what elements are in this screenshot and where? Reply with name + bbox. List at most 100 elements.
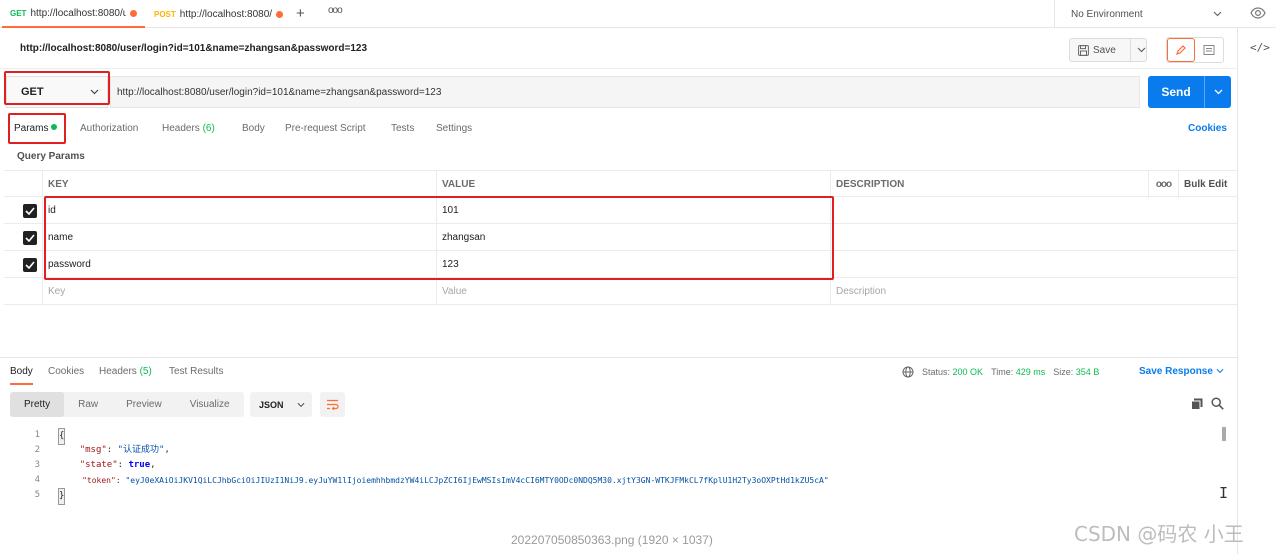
save-response-button[interactable]: Save Response [1139,366,1224,377]
environment-label: No Environment [1071,8,1143,20]
status-text: Status: 200 OK [922,367,984,377]
save-button[interactable]: Save [1069,38,1147,62]
globe-icon[interactable] [902,366,914,378]
send-options-caret[interactable] [1204,76,1231,108]
save-options-caret[interactable] [1129,39,1146,61]
environment-selector[interactable]: No Environment [1054,0,1236,28]
more-options-icon[interactable]: ooo [1148,171,1178,198]
tab-label: Body [10,366,33,377]
line-number: 3 [34,460,40,470]
view-preview-button[interactable]: Preview [112,392,176,417]
line-number: 4 [34,475,40,485]
request-title[interactable]: http://localhost:8080/user/login?id=101&… [20,43,367,54]
divider [0,68,1237,69]
view-pretty-button[interactable]: Pretty [10,392,65,417]
unsaved-dot-icon [276,10,284,18]
tab-body[interactable]: Body [242,123,265,134]
pencil-icon [1176,45,1186,55]
annotation-box-params-rows [44,196,834,280]
response-tab-test-results[interactable]: Test Results [169,366,223,377]
table-row-empty: Key Value Description [4,278,1237,305]
checkmark-icon [25,234,35,242]
request-tab-get[interactable]: GET http://localhost:8080/u [2,0,146,28]
tab-authorization[interactable]: Authorization [80,123,138,134]
watermark: CSDN @码农 小王 [1074,522,1244,546]
edit-mode-button[interactable] [1167,38,1196,62]
tab-label: Tests [391,123,415,134]
send-button[interactable]: Send [1148,76,1231,108]
tab-method: GET [10,8,27,18]
param-description[interactable] [830,197,1237,224]
format-label: JSON [259,399,284,410]
checkmark-icon [25,261,35,269]
annotation-box-params [8,113,66,144]
bulk-edit-button[interactable]: Bulk Edit [1178,171,1237,198]
save-label: Save [1093,44,1116,56]
headers-count: (5) [139,366,152,377]
row-checkbox[interactable] [23,204,37,218]
tab-pre-request-script[interactable]: Pre-request Script [285,123,366,134]
cookies-link[interactable]: Cookies [1188,123,1227,134]
chevron-down-icon [1214,89,1222,95]
key-header: KEY [42,171,436,198]
more-tabs-button[interactable]: ooo [328,5,343,16]
response-tab-headers[interactable]: Headers (5) [99,366,152,377]
search-icon[interactable] [1211,397,1224,410]
query-params-label: Query Params [17,151,85,162]
response-meta: Status: 200 OK Time: 429 ms Size: 354 B [902,366,1099,378]
value-header: VALUE [436,171,830,198]
response-tab-cookies[interactable]: Cookies [48,366,84,377]
line-number: 1 [34,430,40,440]
checkmark-icon [25,207,35,215]
size-value: 354 B [1075,367,1100,377]
wrap-lines-button[interactable] [320,392,345,417]
tab-label: Headers [162,123,200,134]
tab-url: http://localhost:8080/u [30,7,127,19]
row-checkbox[interactable] [23,258,37,272]
view-raw-button[interactable]: Raw [64,392,112,417]
tab-label: Settings [436,123,473,134]
view-toggle[interactable] [1166,37,1224,63]
url-input[interactable]: http://localhost:8080/user/login?id=101&… [110,76,1140,108]
send-label: Send [1161,85,1191,99]
save-icon [1078,44,1089,56]
eye-icon[interactable] [1250,6,1266,20]
description-placeholder[interactable]: Description [830,278,1237,305]
code-line: "token": "eyJ0eXAiOiJKV1QiLCJhbGciOiJIUz… [82,476,829,485]
request-tab-post[interactable]: POST http://localhost:8080/ [146,0,291,28]
tab-method: POST [154,9,176,19]
line-number: 2 [34,445,40,455]
tab-settings[interactable]: Settings [436,123,472,134]
tab-headers[interactable]: Headers (6) [162,123,215,134]
chevron-down-icon [1216,368,1224,374]
value-placeholder[interactable]: Value [436,278,830,305]
code-line: } [58,488,66,505]
response-divider[interactable] [0,357,1237,358]
param-description[interactable] [830,251,1237,278]
headers-count: (6) [202,123,215,134]
time-text: Time: 429 ms [991,367,1046,377]
tab-label: Authorization [80,123,139,134]
row-checkbox[interactable] [23,231,37,245]
scrollbar-thumb[interactable] [1222,427,1226,441]
view-mode-selector: Pretty Raw Preview Visualize [10,392,244,417]
table-header-row: KEY VALUE DESCRIPTION ooo Bulk Edit [4,170,1237,198]
image-caption: 20220705085036​3.png (1920 × 1037) [511,533,713,547]
size-text: Size: 354 B [1053,367,1100,377]
code-snippet-icon[interactable]: </> [1250,41,1270,54]
docs-mode-button[interactable] [1195,38,1223,62]
right-sidebar [1237,28,1276,554]
code-line: "msg": "认证成功", [79,445,170,455]
annotation-box-method [4,71,110,105]
response-tab-body[interactable]: Body [10,366,33,385]
format-select[interactable]: JSON [250,392,312,417]
copy-icon[interactable] [1191,398,1203,410]
new-tab-button[interactable]: + [296,5,305,22]
tab-label: Body [242,123,265,134]
wrap-icon [327,399,339,410]
key-placeholder[interactable]: Key [42,278,436,305]
view-visualize-button[interactable]: Visualize [176,392,244,417]
param-description[interactable] [830,224,1237,251]
tab-tests[interactable]: Tests [391,123,414,134]
document-icon [1203,45,1215,55]
